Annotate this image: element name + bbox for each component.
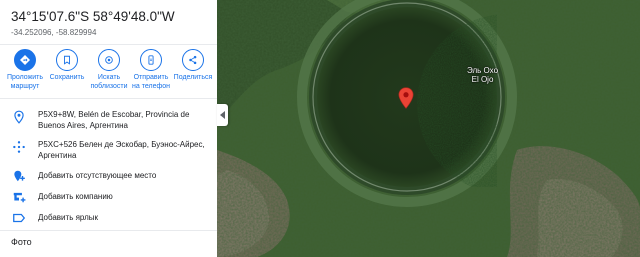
save-button[interactable]: Сохранить — [46, 49, 88, 83]
share-icon — [182, 49, 204, 71]
search-nearby-label: Искать поблизости — [90, 74, 128, 90]
directions-icon — [14, 49, 36, 71]
plus-code-icon — [12, 140, 26, 154]
action-bar: Проложить маршрут Сохранить Искать побли… — [4, 49, 214, 93]
add-business-icon — [12, 190, 26, 204]
divider — [0, 230, 217, 231]
plus-code-row[interactable]: P5XC+526 Белен де Эскобар, Буэнос-Айрес,… — [0, 140, 217, 164]
nearby-icon — [98, 49, 120, 71]
address-text: P5X9+8W, Belén de Escobar, Provincia de … — [38, 110, 190, 130]
divider — [0, 98, 217, 99]
place-label[interactable]: Эль Охо El Ojo — [467, 66, 498, 84]
place-panel: 34°15'07.6"S 58°49'48.0"W -34.252096, -5… — [0, 0, 217, 257]
send-to-phone-icon — [140, 49, 162, 71]
add-business-row[interactable]: Добавить компанию — [0, 190, 217, 204]
plus-code-text: P5XC+526 Белен де Эскобар, Буэнос-Айрес,… — [38, 140, 205, 160]
location-pin-icon — [12, 110, 26, 124]
place-label-es: El Ojo — [471, 75, 494, 84]
decimal-coordinates[interactable]: -34.252096, -58.829994 — [11, 28, 96, 37]
send-to-phone-label: Отправить на телефон — [132, 74, 170, 90]
search-nearby-button[interactable]: Искать поблизости — [88, 49, 130, 91]
add-label-label: Добавить ярлык — [38, 213, 99, 222]
add-business-label: Добавить компанию — [38, 192, 113, 201]
send-to-phone-button[interactable]: Отправить на телефон — [130, 49, 172, 91]
place-label-ru: Эль Охо — [467, 66, 499, 75]
add-missing-place-label: Добавить отсутствующее место — [38, 171, 157, 180]
share-button[interactable]: Поделиться — [172, 49, 214, 83]
share-label: Поделиться — [173, 74, 213, 81]
satellite-map[interactable]: Эль Охо El Ojo — [217, 0, 640, 257]
save-label: Сохранить — [49, 74, 85, 81]
satellite-imagery — [217, 0, 640, 257]
location-marker-icon[interactable] — [398, 87, 414, 109]
chevron-left-icon — [219, 111, 225, 119]
place-title: 34°15'07.6"S 58°49'48.0"W — [11, 9, 175, 24]
add-label-row[interactable]: Добавить ярлык — [0, 211, 217, 225]
add-location-icon — [12, 169, 26, 183]
bookmark-icon — [56, 49, 78, 71]
divider — [0, 44, 217, 45]
directions-button[interactable]: Проложить маршрут — [4, 49, 46, 91]
label-icon — [12, 211, 26, 225]
collapse-panel-button[interactable] — [217, 104, 228, 126]
directions-label: Проложить маршрут — [6, 74, 44, 90]
address-row[interactable]: P5X9+8W, Belén de Escobar, Provincia de … — [0, 110, 217, 134]
add-missing-place-row[interactable]: Добавить отсутствующее место — [0, 169, 217, 183]
photos-heading: Фото — [11, 237, 32, 247]
